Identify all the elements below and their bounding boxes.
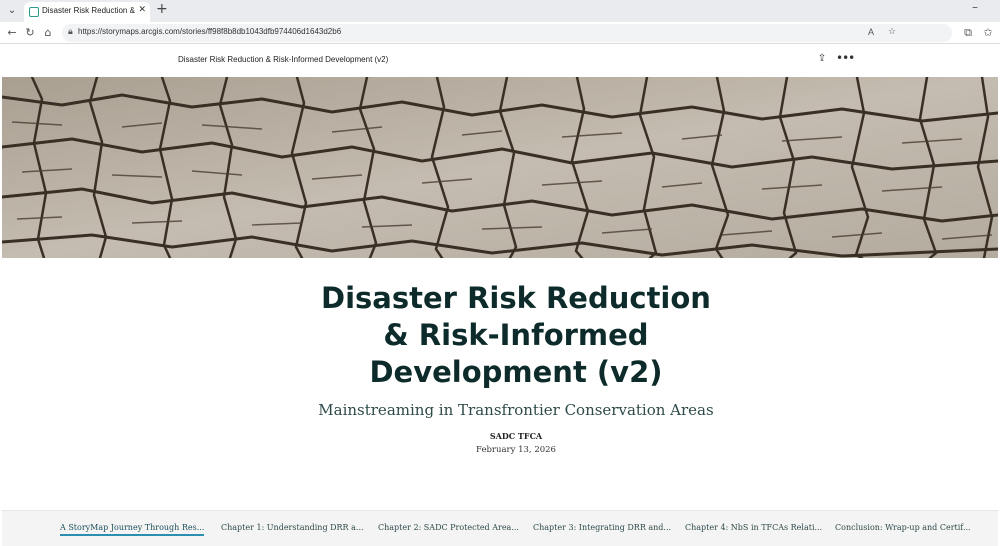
story-title: Disaster Risk Reduction & Risk-Informed … bbox=[280, 280, 752, 391]
browser-toolbar: ← ↻ ⌂ 🔒︎ https://storymaps.arcgis.com/st… bbox=[0, 22, 1000, 44]
chevron-down-icon[interactable]: ⌄ bbox=[4, 3, 20, 19]
browser-tab[interactable]: Disaster Risk Reduction & Risk-Inf ✕ bbox=[24, 2, 150, 22]
share-icon[interactable]: ⇪ bbox=[816, 53, 828, 65]
story-subtitle: Mainstreaming in Transfrontier Conservat… bbox=[318, 401, 714, 419]
puzzle-icon[interactable]: ⧉ bbox=[960, 25, 976, 41]
story-navigation: A StoryMap Journey Through Res... Chapte… bbox=[2, 510, 998, 546]
cracked-earth-image bbox=[2, 77, 998, 258]
favorites-icon[interactable]: ✩ bbox=[980, 25, 996, 41]
nav-item-intro[interactable]: A StoryMap Journey Through Res... bbox=[60, 523, 205, 536]
tab-title: Disaster Risk Reduction & Risk-Inf bbox=[42, 6, 136, 15]
nav-item-chapter-2[interactable]: Chapter 2: SADC Protected Area... bbox=[378, 523, 519, 532]
story-title-line: Development (v2) bbox=[369, 355, 663, 389]
story-header-title: Disaster Risk Reduction & Risk-Informed … bbox=[178, 55, 389, 64]
read-aloud-icon[interactable]: A bbox=[868, 27, 874, 37]
story-author: SADC TFCA bbox=[489, 431, 543, 441]
plus-icon[interactable]: + bbox=[156, 1, 168, 17]
storymaps-icon bbox=[29, 7, 39, 17]
address-bar[interactable]: 🔒︎ https://storymaps.arcgis.com/stories/… bbox=[62, 24, 952, 42]
story-title-line: Disaster Risk Reduction bbox=[321, 281, 711, 315]
lock-icon: 🔒︎ bbox=[68, 27, 73, 37]
nav-item-chapter-1[interactable]: Chapter 1: Understanding DRR a... bbox=[221, 523, 364, 532]
refresh-icon[interactable]: ↻ bbox=[22, 25, 38, 41]
nav-item-chapter-4[interactable]: Chapter 4: NbS in TFCAs Relati... bbox=[685, 523, 822, 532]
nav-item-conclusion[interactable]: Conclusion: Wrap-up and Certif... bbox=[835, 523, 971, 532]
home-icon[interactable]: ⌂ bbox=[40, 25, 56, 41]
more-icon[interactable]: ••• bbox=[836, 51, 855, 65]
star-icon[interactable]: ☆ bbox=[888, 27, 896, 37]
story-title-line: & Risk-Informed bbox=[383, 318, 649, 352]
hero-image bbox=[2, 77, 998, 258]
nav-item-chapter-3[interactable]: Chapter 3: Integrating DRR and... bbox=[533, 523, 671, 532]
story-header: Disaster Risk Reduction & Risk-Informed … bbox=[0, 44, 1000, 77]
url-text[interactable]: https://storymaps.arcgis.com/stories/ff9… bbox=[78, 27, 341, 36]
close-icon[interactable]: ✕ bbox=[138, 5, 146, 15]
story-date: February 13, 2026 bbox=[476, 445, 556, 455]
back-arrow-icon[interactable]: ← bbox=[4, 25, 20, 41]
browser-tab-strip: ⌄ Disaster Risk Reduction & Risk-Inf ✕ +… bbox=[0, 0, 1000, 22]
minimize-icon[interactable]: – bbox=[972, 0, 978, 14]
